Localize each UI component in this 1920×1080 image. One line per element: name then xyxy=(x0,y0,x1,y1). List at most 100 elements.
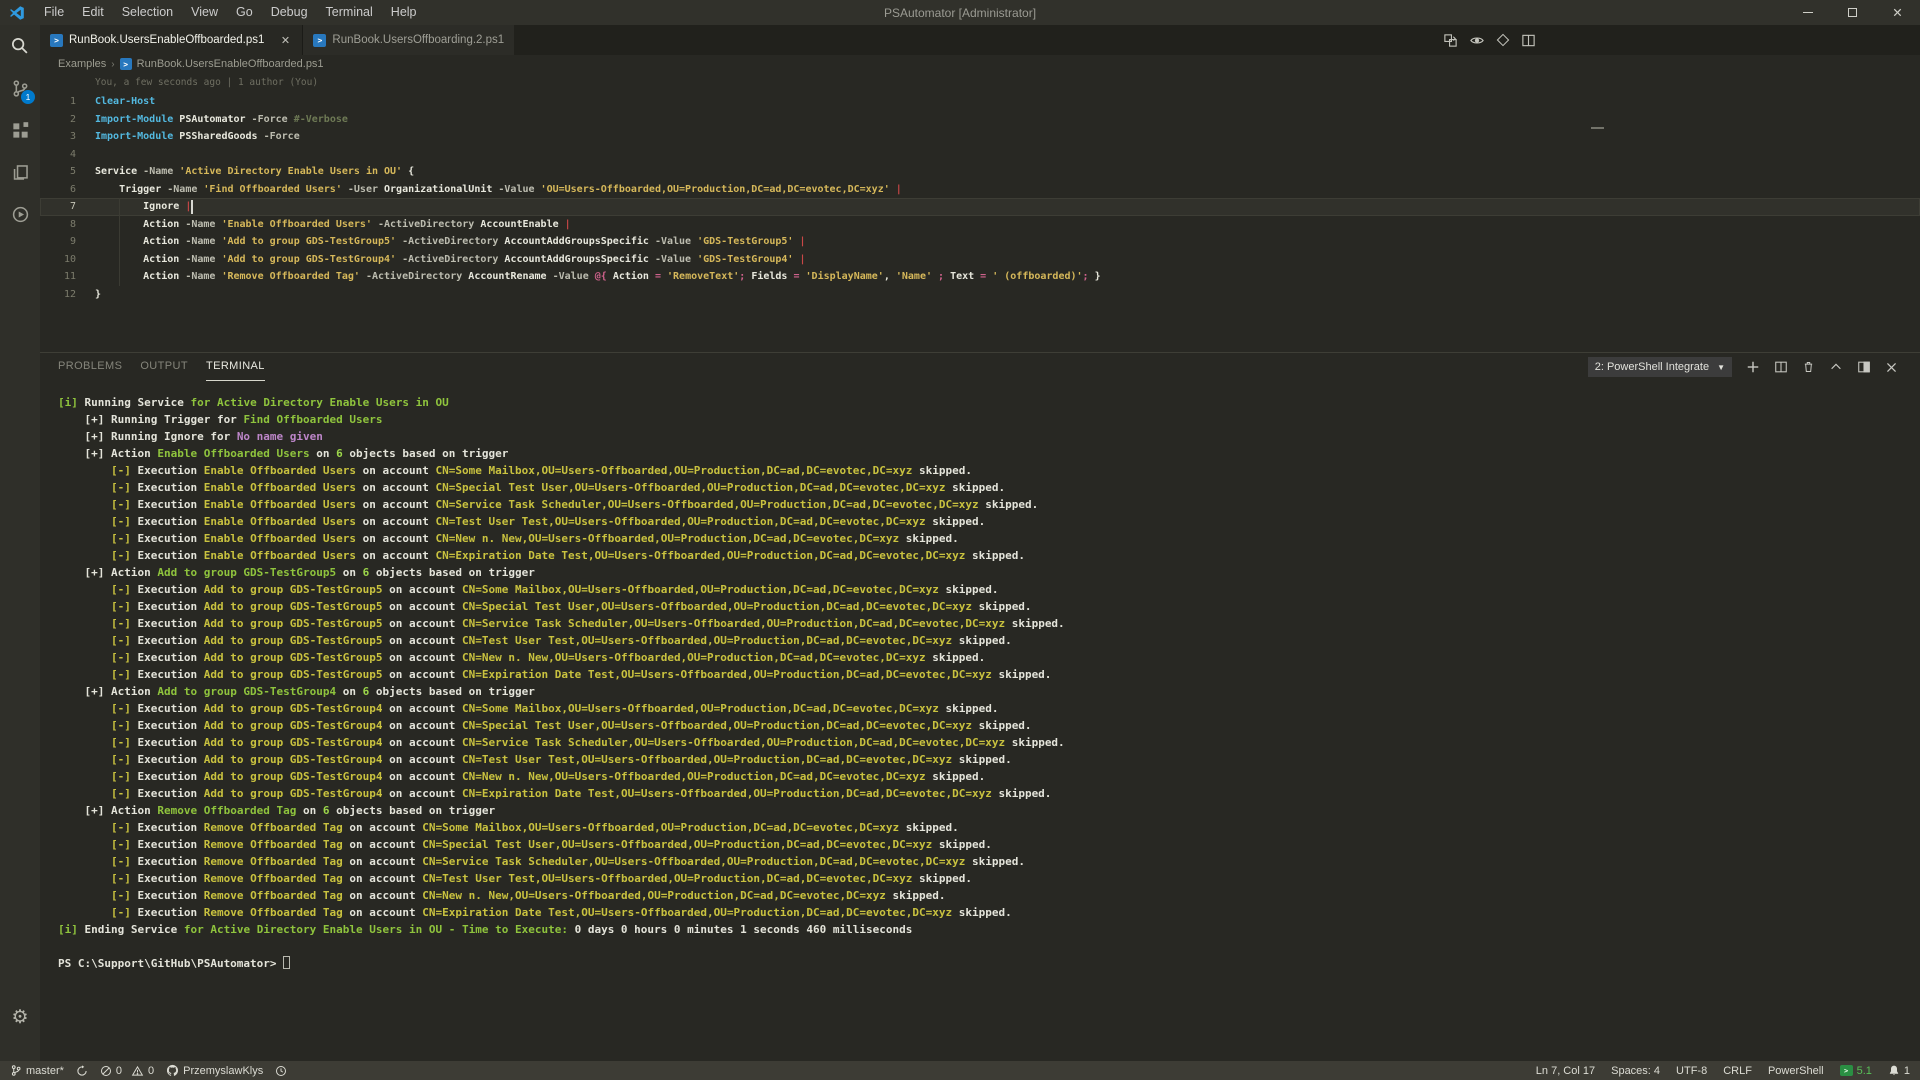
kill-terminal-trash-icon[interactable] xyxy=(1802,360,1815,374)
terminal-execution-line: [-] Execution Remove Offboarded Tag on a… xyxy=(58,887,1920,904)
code-editor[interactable]: You, a few seconds ago | 1 author (You) … xyxy=(40,73,1920,352)
split-editor-icon[interactable] xyxy=(1521,33,1536,48)
menu-edit[interactable]: Edit xyxy=(73,0,113,25)
close-panel-icon[interactable] xyxy=(1885,361,1898,374)
chevron-up-icon[interactable] xyxy=(1829,360,1843,374)
terminal-execution-line: [-] Execution Enable Offboarded Users on… xyxy=(58,462,1920,479)
line-number: 2 xyxy=(40,111,76,129)
editor-cursor xyxy=(191,200,193,214)
open-changes-icon[interactable] xyxy=(1443,33,1458,48)
breadcrumb-file[interactable]: RunBook.UsersEnableOffboarded.ps1 xyxy=(137,58,324,70)
code-line: 3Import-Module PSSharedGoods -Force xyxy=(40,128,1920,146)
search-icon[interactable] xyxy=(0,25,40,67)
menu-debug[interactable]: Debug xyxy=(262,0,317,25)
terminal-action-header: [+] Action Add to group GDS-TestGroup4 o… xyxy=(58,683,1920,700)
notifications-status[interactable]: 1 xyxy=(1888,1064,1910,1077)
line-number: 9 xyxy=(40,233,76,251)
window-controls: ✕ xyxy=(1785,0,1920,25)
panel-tab-terminal[interactable]: TERMINAL xyxy=(206,353,265,381)
code-line: 1Clear-Host xyxy=(40,93,1920,111)
bell-icon xyxy=(1888,1064,1900,1077)
terminal-execution-line: [-] Execution Remove Offboarded Tag on a… xyxy=(58,853,1920,870)
menu-selection[interactable]: Selection xyxy=(113,0,182,25)
code-line: 6 Trigger -Name 'Find Offboarded Users' … xyxy=(40,181,1920,199)
terminal-execution-line: [-] Execution Add to group GDS-TestGroup… xyxy=(58,734,1920,751)
cursor-position-status[interactable]: Ln 7, Col 17 xyxy=(1536,1065,1595,1077)
new-terminal-icon[interactable] xyxy=(1746,360,1760,374)
line-number: 8 xyxy=(40,216,76,234)
terminal-action-header: [+] Action Remove Offboarded Tag on 6 ob… xyxy=(58,802,1920,819)
tab-label: RunBook.UsersEnableOffboarded.ps1 xyxy=(69,34,264,46)
terminal-execution-line: [-] Execution Remove Offboarded Tag on a… xyxy=(58,870,1920,887)
code-line: 2Import-Module PSAutomator -Force #-Verb… xyxy=(40,111,1920,129)
maximize-button[interactable] xyxy=(1830,0,1875,25)
menu-file[interactable]: File xyxy=(35,0,73,25)
indentation-status[interactable]: Spaces: 4 xyxy=(1611,1065,1660,1077)
panel-tab-output[interactable]: OUTPUT xyxy=(140,353,188,381)
minimize-button[interactable] xyxy=(1785,0,1830,25)
problems-status[interactable]: 0 0 xyxy=(100,1065,154,1077)
explorer-icon[interactable] xyxy=(0,151,40,193)
sync-icon[interactable] xyxy=(76,1065,88,1077)
menu-go[interactable]: Go xyxy=(227,0,262,25)
source-control-icon[interactable]: 1 xyxy=(0,67,40,109)
extensions-icon[interactable] xyxy=(0,109,40,151)
eol-status[interactable]: CRLF xyxy=(1723,1065,1752,1077)
tab-runbook-usersenableoffboarded[interactable]: > RunBook.UsersEnableOffboarded.ps1 ✕ xyxy=(40,25,302,55)
terminal-execution-line: [-] Execution Enable Offboarded Users on… xyxy=(58,547,1920,564)
terminal-execution-line: [-] Execution Remove Offboarded Tag on a… xyxy=(58,836,1920,853)
line-number: 11 xyxy=(40,268,76,286)
code-line: 9 Action -Name 'Add to group GDS-TestGro… xyxy=(40,233,1920,251)
code-line: 11 Action -Name 'Remove Offboarded Tag' … xyxy=(40,268,1920,286)
github-icon xyxy=(166,1064,179,1077)
vscode-logo-icon xyxy=(9,5,25,21)
panel-tab-problems[interactable]: PROBLEMS xyxy=(58,353,122,381)
terminal-output[interactable]: [i] Running Service for Active Directory… xyxy=(40,381,1920,1061)
preview-eye-icon[interactable] xyxy=(1469,33,1485,48)
status-bar: master* 0 0 Przemy xyxy=(0,1061,1920,1080)
title-bar: FileEditSelectionViewGoDebugTerminalHelp… xyxy=(0,0,1920,25)
error-icon xyxy=(100,1065,112,1077)
terminal-execution-line: [-] Execution Add to group GDS-TestGroup… xyxy=(58,700,1920,717)
clock-icon[interactable] xyxy=(275,1065,287,1077)
tab-runbook-usersoffboarding-2[interactable]: > RunBook.UsersOffboarding.2.ps1 xyxy=(302,25,514,55)
breadcrumb-folder[interactable]: Examples xyxy=(58,58,106,70)
powershell-version-status[interactable]: > 5.1 xyxy=(1840,1065,1872,1077)
terminal-execution-line: [-] Execution Add to group GDS-TestGroup… xyxy=(58,632,1920,649)
powershell-file-icon: > xyxy=(313,34,326,47)
powershell-file-icon: > xyxy=(120,58,132,70)
overview-ruler-mark xyxy=(1591,127,1604,129)
git-branch-status[interactable]: master* xyxy=(10,1064,64,1077)
indent-guide xyxy=(119,198,120,216)
terminal-execution-line: [-] Execution Remove Offboarded Tag on a… xyxy=(58,819,1920,836)
terminal-execution-line: [-] Execution Add to group GDS-TestGroup… xyxy=(58,649,1920,666)
terminal-execution-line: [-] Execution Remove Offboarded Tag on a… xyxy=(58,904,1920,921)
github-account-status[interactable]: PrzemyslawKlys xyxy=(166,1064,263,1077)
gitlens-icon[interactable] xyxy=(1496,33,1510,47)
branch-icon xyxy=(10,1064,22,1077)
terminal-execution-line: [-] Execution Enable Offboarded Users on… xyxy=(58,530,1920,547)
terminal-line: [+] Running Ignore for No name given xyxy=(58,428,1920,445)
terminal-line: [i] Running Service for Active Directory… xyxy=(58,394,1920,411)
debug-icon[interactable] xyxy=(0,193,40,235)
indent-guide xyxy=(119,216,120,234)
code-line-current: 7 Ignore | xyxy=(40,198,1920,216)
line-number: 4 xyxy=(40,146,76,164)
settings-gear-icon[interactable]: ⚙ xyxy=(0,997,40,1037)
maximize-panel-icon[interactable] xyxy=(1857,360,1871,374)
warning-icon xyxy=(131,1065,144,1077)
tab-close-icon[interactable]: ✕ xyxy=(278,34,292,47)
close-button[interactable]: ✕ xyxy=(1875,0,1920,25)
language-mode-status[interactable]: PowerShell xyxy=(1768,1065,1824,1077)
terminal-instance-dropdown[interactable]: 2: PowerShell Integrate ▼ xyxy=(1588,357,1732,377)
menu-view[interactable]: View xyxy=(182,0,227,25)
indent-guide xyxy=(119,233,120,251)
terminal-controls: 2: PowerShell Integrate ▼ xyxy=(1588,357,1920,377)
menu-bar: FileEditSelectionViewGoDebugTerminalHelp xyxy=(35,0,426,25)
breadcrumb[interactable]: Examples › > RunBook.UsersEnableOffboard… xyxy=(40,55,1920,73)
encoding-status[interactable]: UTF-8 xyxy=(1676,1065,1707,1077)
menu-terminal[interactable]: Terminal xyxy=(317,0,382,25)
menu-help[interactable]: Help xyxy=(382,0,426,25)
split-terminal-icon[interactable] xyxy=(1774,360,1788,374)
line-number: 6 xyxy=(40,181,76,199)
